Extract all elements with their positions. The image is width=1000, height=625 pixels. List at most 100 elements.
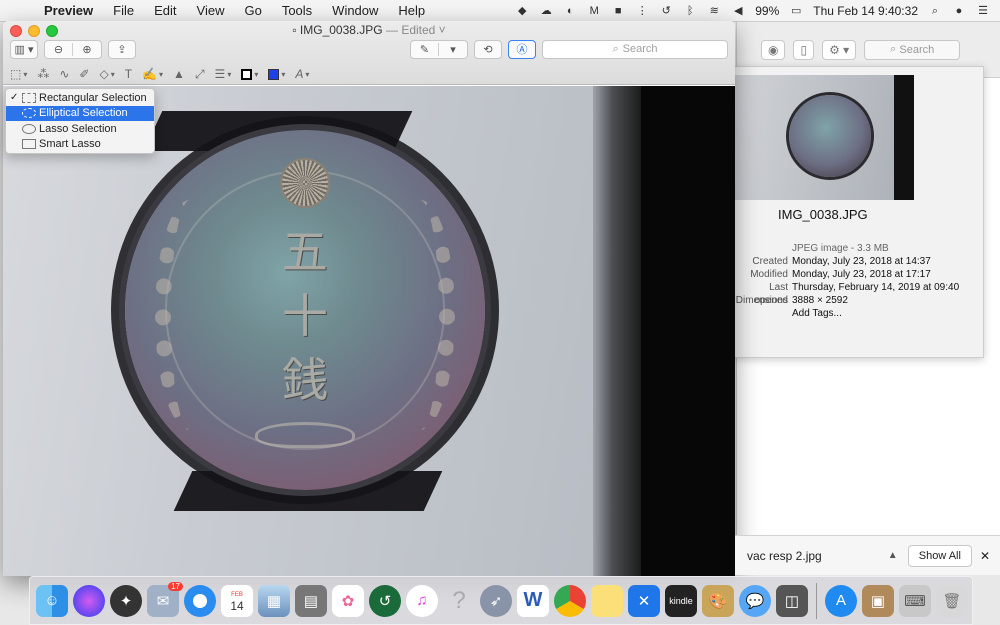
adjust-color-icon[interactable]: ▲ [173, 67, 185, 81]
notes-icon[interactable] [591, 584, 623, 617]
sketch-icon[interactable]: ∿ [59, 67, 69, 81]
menu-edit[interactable]: Edit [144, 3, 186, 18]
photos-preview-icon[interactable]: ✉ 17 [147, 581, 183, 617]
document-icon[interactable]: ▯ [793, 39, 815, 60]
background-search-input[interactable]: ⌕ Search [864, 39, 961, 60]
messages-icon[interactable]: 💬 [739, 584, 771, 617]
download-file-name[interactable]: vac resp 2.jpg [747, 549, 888, 563]
draw-icon[interactable]: ✐ [79, 67, 89, 81]
finder-icon[interactable]: ☺ [36, 584, 68, 617]
file-info-panel: IMG_0038.JPG JPEG image - 3.3 MB Created… [733, 66, 984, 358]
menu-file[interactable]: File [103, 3, 144, 18]
adjust-size-icon[interactable]: ⤢ [195, 67, 205, 82]
gear-icon[interactable]: ⚙ ▾ [822, 39, 857, 60]
info-row: Created Monday, July 23, 2018 at 14:37 [734, 255, 985, 268]
grid-icon[interactable]: ⋮ [635, 5, 649, 17]
siri-icon[interactable] [73, 584, 105, 617]
art-icon[interactable]: 🎨 [702, 584, 734, 617]
menu-tools[interactable]: Tools [272, 3, 322, 18]
menu-item-smart-lasso[interactable]: Smart Lasso [6, 137, 154, 153]
zoom-group: ⊖ ⊕ [44, 39, 102, 59]
info-kind: JPEG image - 3.3 MB [792, 243, 889, 254]
download-bar: vac resp 2.jpg ▲ Show All ✕ [735, 535, 1000, 575]
keyboard-icon[interactable]: ⌨ [899, 584, 931, 617]
show-all-button[interactable]: Show All [907, 544, 972, 567]
menu-app-name[interactable]: Preview [34, 3, 103, 18]
notification-center-icon[interactable]: ☰ [976, 5, 990, 17]
eye-icon[interactable]: ◉ [761, 39, 786, 60]
time-machine-icon[interactable]: ↺ [369, 584, 401, 617]
selection-tools-icon[interactable]: ⬚ ▾ [10, 67, 27, 81]
volume-icon[interactable]: ◀ [731, 5, 745, 17]
rocket-icon[interactable]: ➶ [480, 584, 512, 617]
launchpad-icon[interactable]: ✦ [110, 584, 142, 617]
app-tray-icon[interactable]: ■ [611, 5, 625, 17]
menu-view[interactable]: View [187, 3, 235, 18]
info-row: Dimensions 3888 × 2592 [734, 294, 985, 307]
image-canvas[interactable]: 五 十 銭 [3, 86, 735, 576]
border-color-icon[interactable]: ▾ [241, 68, 258, 80]
xcode-icon[interactable]: ✕ [628, 584, 660, 617]
holder-edge [593, 86, 641, 576]
trash-icon[interactable]: 🗑 [936, 584, 968, 617]
cloud-icon[interactable]: ☁ [539, 5, 553, 17]
photos-icon[interactable]: ✿ [332, 584, 364, 617]
user-avatar-icon[interactable]: ● [952, 5, 966, 17]
chevron-up-icon[interactable]: ▲ [888, 550, 908, 561]
spotlight-icon[interactable]: ⌕ [928, 5, 942, 17]
dropbox-icon[interactable]: ◆ [515, 5, 529, 17]
menu-window[interactable]: Window [322, 3, 388, 18]
add-tags-link[interactable]: Add Tags... [792, 307, 842, 320]
text-icon[interactable]: T [125, 67, 132, 81]
selection-tools-menu: ✓ Rectangular Selection Elliptical Selec… [5, 88, 155, 154]
menu-help[interactable]: Help [388, 3, 435, 18]
appstore-icon[interactable]: A [825, 584, 857, 617]
coin-image: 五 十 銭 [125, 130, 485, 490]
menu-item-rectangular[interactable]: ✓ Rectangular Selection [6, 90, 154, 106]
chevron-down-icon[interactable]: ▾ [439, 43, 467, 56]
highlight-group: ✎ ▾ [410, 39, 468, 59]
window-title[interactable]: ▫ IMG_0038.JPG — Edited ˅ [3, 23, 735, 37]
menu-go[interactable]: Go [234, 3, 271, 18]
menu-item-lasso[interactable]: Lasso Selection [6, 121, 154, 137]
search-input[interactable]: ⌕ Search [542, 39, 728, 59]
sync-icon[interactable]: ◐ [563, 5, 577, 17]
ellipse-selection-icon [22, 108, 36, 119]
fill-color-icon[interactable]: ▾ [268, 68, 285, 80]
menu-item-elliptical[interactable]: Elliptical Selection [6, 105, 154, 121]
zoom-in-icon[interactable]: ⊕ [73, 43, 101, 56]
photo-booth-icon[interactable]: ◫ [776, 584, 808, 617]
checkmark-icon: ✓ [10, 92, 19, 104]
close-icon[interactable]: ✕ [980, 549, 990, 563]
preview-icon[interactable]: ▦ [258, 584, 290, 617]
calendar-icon[interactable]: FEB 14 [221, 584, 253, 617]
safari-icon[interactable] [184, 584, 216, 617]
word-icon[interactable]: W [517, 584, 549, 617]
help-icon[interactable]: ? [443, 585, 475, 617]
instant-alpha-icon[interactable]: ⁂ [37, 67, 49, 81]
gmail-icon[interactable]: M [587, 5, 601, 17]
battery-icon[interactable]: ▭ [789, 5, 803, 17]
clock[interactable]: Thu Feb 14 9:40:32 [813, 4, 918, 18]
edited-indicator[interactable]: — Edited ˅ [386, 23, 446, 37]
markup-icon[interactable]: Ⓐ [508, 39, 536, 59]
info-row-kind: JPEG image - 3.3 MB [734, 242, 985, 255]
highlighter-icon[interactable]: ✎ [411, 42, 439, 56]
zoom-out-icon[interactable]: ⊖ [45, 42, 73, 56]
title-bar: ▫ IMG_0038.JPG — Edited ˅ ▥ ▾ ⊖ ⊕ ⇪ ✎ ▾ … [3, 21, 735, 85]
time-machine-tray-icon[interactable]: ↺ [659, 5, 673, 17]
chrome-icon[interactable] [554, 584, 586, 617]
bluetooth-icon[interactable]: ᛒ [683, 5, 697, 17]
share-icon[interactable]: ⇪ [108, 39, 136, 59]
sign-icon[interactable]: ✍ ▾ [142, 67, 163, 81]
kindle-icon[interactable]: kindle [665, 584, 697, 617]
sidebar-toggle-icon[interactable]: ▥ ▾ [10, 39, 38, 59]
wifi-icon[interactable]: ≋ [707, 5, 721, 17]
rotate-icon[interactable]: ⟲ [474, 39, 502, 59]
text-style-icon[interactable]: A ▾ [295, 67, 309, 81]
itunes-icon[interactable]: ♫ [406, 584, 438, 617]
line-style-icon[interactable]: ☰ ▾ [215, 67, 232, 81]
image-icon[interactable]: ▣ [862, 584, 894, 617]
calculator-icon[interactable]: ▤ [295, 584, 327, 617]
shapes-icon[interactable]: ◇ ▾ [99, 67, 114, 81]
